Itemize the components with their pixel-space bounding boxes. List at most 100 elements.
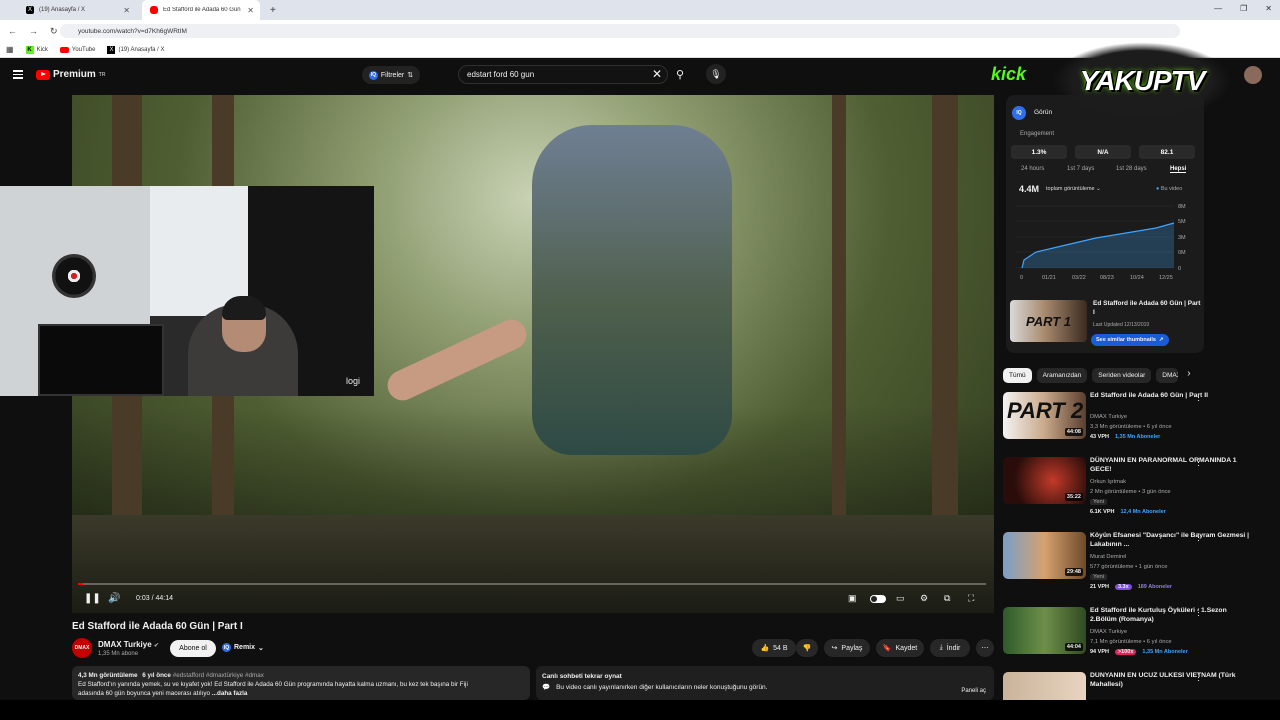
period-7d[interactable]: 1st 7 days <box>1067 166 1094 172</box>
channel-avatar[interactable]: DMAX <box>72 638 92 658</box>
remix-button[interactable]: IQ Remix ⌄ <box>222 643 264 652</box>
x-tick: 01/21 <box>1042 275 1056 281</box>
like-button[interactable]: 👍 54 B <box>752 639 796 657</box>
more-options-icon[interactable]: ⋮ <box>1194 392 1203 403</box>
analytics-thumbnail[interactable]: PART 1 <box>1010 300 1087 342</box>
description-box[interactable]: 4,3 Mn görüntüleme 6 yıl önce #edstaffor… <box>72 666 530 700</box>
apps-icon[interactable]: ▦ <box>6 45 14 54</box>
period-24h[interactable]: 24 hours <box>1021 166 1044 172</box>
bookmark-youtube[interactable]: YouTube <box>59 46 95 53</box>
download-button[interactable]: ⤓ İndir <box>930 639 970 657</box>
video-thumbnail: PART 2 44:08 <box>1003 392 1086 439</box>
maximize-icon[interactable]: ❐ <box>1240 4 1247 13</box>
remix-label: Remix <box>234 644 256 651</box>
country-code: TR <box>98 71 106 78</box>
microphone-icon[interactable]: 🎙 <box>706 64 726 84</box>
x-icon: X <box>107 45 116 54</box>
tree-trunk <box>932 95 958 515</box>
extension-overlay-icon[interactable]: ▣ <box>848 593 857 604</box>
settings-gear-icon[interactable]: ⚙ <box>920 593 928 604</box>
more-actions-button[interactable]: ⋯ <box>976 639 994 657</box>
miniplayer-icon[interactable]: ⧉ <box>944 593 950 604</box>
chat-row: 💬 Bu video canlı yayınlanırken diğer kull… <box>542 682 988 693</box>
save-button[interactable]: 🔖 Kaydet <box>876 639 924 657</box>
more-options-icon[interactable]: ⋮ <box>1194 607 1203 618</box>
autoplay-toggle[interactable] <box>870 595 886 603</box>
volume-icon[interactable]: 🔊 <box>108 593 120 604</box>
chip-dmax[interactable]: DMAX <box>1156 368 1179 383</box>
close-window-icon[interactable]: ✕ <box>1265 4 1272 13</box>
close-tab-icon[interactable]: ✕ <box>123 6 130 15</box>
vph-value: 94 VPH <box>1090 649 1109 655</box>
share-button[interactable]: ↪ Paylaş <box>824 639 870 657</box>
url-field[interactable]: youtube.com/watch?v=d7Kh6gWRtIM <box>60 24 1180 38</box>
dislike-button[interactable]: 👎 <box>796 639 818 657</box>
chip-series[interactable]: Seriden videolar <box>1092 368 1152 383</box>
hashtags[interactable]: #edstafford #dmaxtürkiye #dmax <box>173 672 264 679</box>
video-meta: 577 görüntüleme • 1 gün önce <box>1090 564 1168 570</box>
recommendation-item[interactable]: PART 2 44:08 Ed Stafford ile Adada 60 Gü… <box>1003 392 1275 452</box>
subscribe-button[interactable]: Abone ol <box>170 640 216 657</box>
chip-all[interactable]: Tümü <box>1003 368 1032 383</box>
similar-thumbnails-button[interactable]: See similar thumbnails ↗ <box>1091 334 1169 346</box>
recommendation-item[interactable]: DÜNYANIN EN UCUZ ÜLKESİ VİETNAM (Türk Ma… <box>1003 672 1275 700</box>
youtube-icon <box>59 46 69 53</box>
search-input[interactable]: edstart ford 60 gun <box>458 65 668 84</box>
channel-name: Murat Demirel <box>1090 554 1127 560</box>
more-options-icon[interactable]: ⋮ <box>1194 672 1203 683</box>
recommendation-item[interactable]: 29:48 Köyün Efsanesi "Davşancı" ile Bayr… <box>1003 532 1275 592</box>
video-meta: 7,1 Mn görüntüleme • 6 yıl önce <box>1090 639 1172 645</box>
back-icon[interactable]: ← <box>8 26 17 36</box>
clear-search-icon[interactable]: ✕ <box>652 67 662 81</box>
minimize-icon[interactable]: — <box>1214 4 1222 13</box>
period-28d[interactable]: 1st 28 days <box>1116 166 1147 172</box>
forward-icon[interactable]: → <box>29 26 38 36</box>
progress-fill <box>78 583 83 585</box>
new-tab-icon[interactable]: + <box>270 5 276 16</box>
more-options-icon[interactable]: ⋮ <box>1194 532 1203 543</box>
open-panel-button[interactable]: Paneli aç <box>961 686 986 697</box>
youtube-premium-logo[interactable]: Premium TR <box>36 69 105 80</box>
show-more-link[interactable]: ...daha fazla <box>212 690 248 697</box>
browser-tab-x[interactable]: X (19) Anasayfa / X ✕ <box>18 0 136 20</box>
period-all[interactable]: Hepsi <box>1170 166 1187 173</box>
channel-name[interactable]: DMAX Turkiye ✔ <box>98 640 159 649</box>
views-area <box>1022 223 1174 268</box>
window-controls: — ❐ ✕ <box>1214 4 1272 13</box>
pause-icon[interactable]: ❚❚ <box>84 593 101 604</box>
y-tick: 0 <box>1178 266 1181 272</box>
recommendation-item[interactable]: 35:22 DÜNYANIN EN PARANORMAL ORMANINDA 1… <box>1003 457 1275 517</box>
video-title: DÜNYANIN EN UCUZ ÜLKESİ VİETNAM (Türk Ma… <box>1090 672 1236 688</box>
bookmark-kick[interactable]: K Kick <box>25 45 48 54</box>
fullscreen-icon[interactable]: ⛶ <box>968 593 974 604</box>
y-tick: 3M <box>1178 235 1186 241</box>
duration-badge: 29:48 <box>1064 568 1083 576</box>
user-avatar[interactable] <box>1244 66 1262 84</box>
vph-value: 21 VPH <box>1090 584 1109 590</box>
close-tab-icon[interactable]: ✕ <box>247 6 254 15</box>
progress-bar[interactable] <box>78 583 986 585</box>
chevron-right-icon[interactable]: › <box>1187 368 1190 383</box>
x-tick: 08/23 <box>1100 275 1114 281</box>
more-options-icon[interactable]: ⋮ <box>1194 457 1203 468</box>
filters-button[interactable]: IQ Filtreler ⇅ <box>362 66 420 84</box>
recommendation-item[interactable]: 44:04 Ed Stafford ile Kurtuluş Öyküleri … <box>1003 607 1275 667</box>
views-tab-label[interactable]: Görün <box>1034 109 1052 116</box>
webcam-logo: logi <box>346 376 361 386</box>
browser-tab-youtube[interactable]: Ed Stafford ile Adada 60 Gün ✕ <box>142 0 260 20</box>
bookmark-x[interactable]: X (19) Anasayfa / X <box>107 45 165 54</box>
bookmark-icon: 🔖 <box>882 645 892 652</box>
thumbs-down-icon: 👎 <box>802 645 812 652</box>
video-title: DÜNYANIN EN PARANORMAL ORMANINDA 1 GECE! <box>1090 457 1237 473</box>
kick-logo: kick <box>991 64 1027 84</box>
description-line-2: adasında 60 gün boyunca yeni macerası at… <box>78 689 524 698</box>
reload-icon[interactable]: ↻ <box>50 26 58 37</box>
x-tick: 03/22 <box>1072 275 1086 281</box>
vph-row: 94 VPH >100x 1,35 Mn Aboneler <box>1090 649 1188 655</box>
subtitles-icon[interactable]: ▭ <box>896 593 905 604</box>
menu-icon[interactable] <box>13 70 23 81</box>
chip-from-search[interactable]: Aramanızdan <box>1036 368 1088 383</box>
total-views-label[interactable]: toplam görüntüleme ⌄ <box>1046 186 1101 192</box>
thumbs-up-icon: 👍 <box>760 645 770 652</box>
search-icon[interactable]: ⚲ <box>676 68 684 81</box>
